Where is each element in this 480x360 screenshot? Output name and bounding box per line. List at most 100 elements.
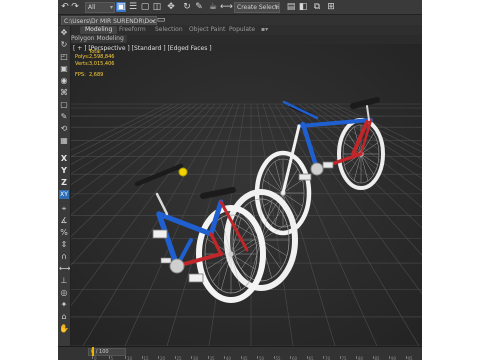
paint-icon[interactable]: ✎: [59, 112, 69, 121]
wheel-hub: [228, 251, 234, 257]
axis-y-button[interactable]: Y: [59, 166, 69, 175]
timeline-tick: [108, 356, 110, 359]
rect-region-icon[interactable]: ▢: [140, 2, 150, 12]
ribbon-options-icon[interactable]: ▪▾: [256, 26, 273, 34]
mirror-icon[interactable]: ⟷: [59, 264, 70, 273]
timeline-tick-label: 30: [193, 356, 199, 360]
timeline-tick: [323, 356, 324, 359]
timeline-tick-label: 0: [94, 356, 97, 360]
redo-icon[interactable]: ↷: [70, 2, 80, 12]
timeline-tick: [240, 356, 242, 359]
curve-editor-icon[interactable]: ◧: [298, 2, 308, 12]
timeline-tick-label: 5: [110, 356, 114, 360]
timeline-tick: [257, 356, 258, 359]
timeline-tick: [372, 356, 374, 359]
select-object-icon[interactable]: ▣: [116, 2, 126, 12]
timeline-tick: [141, 356, 143, 359]
tab-populate[interactable]: Populate: [224, 26, 260, 34]
timeline-tick-label: 40: [226, 356, 232, 360]
sphere-icon[interactable]: ◉: [59, 76, 69, 85]
link-icon[interactable]: ⌘: [59, 88, 69, 97]
snap-icon[interactable]: ↻: [182, 2, 192, 12]
timeline-tick-label: 90: [391, 356, 397, 360]
timeline-tick: [356, 356, 357, 359]
snap-toggle-icon[interactable]: ⌖: [59, 204, 69, 213]
main-toolbar: ↶ ↷ All ▣ ☰ ▢ ◫ ✥ ↻ ✎ ☕ ⟷ Create Selecti…: [58, 0, 422, 15]
timeline-tick: [158, 356, 159, 359]
percent-snap-icon[interactable]: ✎: [194, 2, 204, 12]
time-slider[interactable]: 0 / 100 0 5 10 15 20 25 30 35 40 45 50 55 60 65 70 75 80…: [58, 346, 422, 360]
grid-icon[interactable]: ▦: [59, 136, 69, 145]
pin-icon[interactable]: ⌂: [59, 312, 69, 321]
hand-icon[interactable]: ✋: [59, 324, 69, 333]
rotate-icon[interactable]: ↻: [59, 40, 69, 49]
timeline-tick: [389, 356, 390, 359]
selection-set-dropdown[interactable]: Create Selection Set: [234, 2, 280, 13]
max-window: ↶ ↷ All ▣ ☰ ▢ ◫ ✥ ↻ ✎ ☕ ⟷ Create Selecti…: [58, 0, 422, 360]
timeline-tick-label: 85: [374, 356, 380, 360]
project-path-bar: C:\Users\Dr MIR SURENDR\Documents\3ds Ma…: [58, 15, 422, 27]
timeline-tick-label: 60: [292, 356, 298, 360]
axis-xy-button[interactable]: XY: [59, 190, 69, 199]
timeline-tick: [224, 356, 225, 359]
timeline-tick-label: 25: [176, 356, 182, 360]
timeline-tick: [125, 356, 126, 359]
cube-icon[interactable]: ▣: [59, 64, 69, 73]
tab-selection[interactable]: Selection: [150, 26, 188, 34]
render-icon[interactable]: ◎: [59, 288, 69, 297]
perspective-viewport[interactable]: [ + ] [Perspective ] [Standard ] [Edged …: [71, 44, 422, 346]
move-icon[interactable]: ✥: [166, 2, 176, 12]
viewport-canvas: [71, 44, 422, 346]
timeline-tick: [191, 356, 192, 359]
undo-icon[interactable]: ↶: [60, 2, 70, 12]
axis-x-button[interactable]: X: [59, 154, 69, 163]
layer-icon[interactable]: ▤: [286, 2, 296, 12]
left-toolbar: ✥ ↻ ◰ ▣ ◉ ⌘ ▢ ✎ ⟲ ▦ X Y Z XY ⌖ ∡ % ⇕ ∩ ⟷…: [58, 26, 71, 348]
move-icon[interactable]: ✥: [59, 28, 69, 37]
select-icon[interactable]: ▢: [59, 100, 69, 109]
mirror-icon[interactable]: ⟷: [220, 2, 233, 12]
material-editor-icon[interactable]: ⊞: [326, 2, 336, 12]
timeline-tick: [207, 356, 209, 359]
timeline-tick-label: 20: [160, 356, 166, 360]
percent-snap-icon[interactable]: %: [59, 228, 69, 237]
timeline-tick-label: 15: [143, 356, 149, 360]
timeline-tick-label: 50: [259, 356, 265, 360]
timeline-tick-label: 45: [242, 356, 248, 360]
schematic-icon[interactable]: ⧉: [312, 2, 322, 12]
time-slider-handle[interactable]: [92, 347, 94, 356]
timeline-tick-label: 70: [325, 356, 331, 360]
select-by-name-icon[interactable]: ☰: [128, 2, 138, 12]
magnet-icon[interactable]: ∩: [59, 252, 69, 261]
timeline-tick-label: 80: [358, 356, 364, 360]
window-crossing-icon[interactable]: ◫: [152, 2, 162, 12]
folder-icon[interactable]: ▭: [156, 15, 166, 25]
loop-icon[interactable]: ⟲: [59, 124, 69, 133]
angle-snap-icon[interactable]: ∡: [59, 216, 69, 225]
timeline-tick: [405, 356, 407, 359]
timeline-tick: [306, 356, 308, 359]
timeline-tick: [339, 356, 341, 359]
timeline-tick-label: 35: [209, 356, 215, 360]
align-icon[interactable]: ⊥: [59, 276, 69, 285]
tab-modeling[interactable]: Modeling: [80, 26, 118, 34]
ribbon-tabs: Modeling Freeform Selection Object Paint…: [58, 25, 422, 35]
timeline-tick-label: 10: [127, 356, 133, 360]
spinner-snap-icon[interactable]: ⇕: [59, 240, 69, 249]
axis-z-button[interactable]: Z: [59, 178, 69, 187]
stat-value: 3,015,406: [89, 60, 115, 67]
walk-icon[interactable]: ✦: [59, 300, 69, 309]
timeline-ruler: 0 5 10 15 20 25 30 35 40 45 50 55 60 65 70 75 80 85 90 95: [58, 356, 422, 360]
timeline-tick-label: 55: [275, 356, 281, 360]
teapot-icon[interactable]: ☕: [208, 2, 218, 12]
timeline-tick: [92, 356, 93, 359]
timeline-tick-label: 95: [407, 356, 413, 360]
scale-icon[interactable]: ◰: [59, 52, 69, 61]
timeline-tick-label: 65: [308, 356, 314, 360]
tab-freeform[interactable]: Freeform: [114, 26, 151, 34]
selection-filter-dropdown[interactable]: All: [85, 2, 115, 13]
timeline-tick: [290, 356, 291, 359]
stat-key: FPS:: [75, 72, 86, 78]
timeline-tick: [273, 356, 275, 359]
polygon-modeling-label[interactable]: Polygon Modeling: [68, 35, 127, 43]
